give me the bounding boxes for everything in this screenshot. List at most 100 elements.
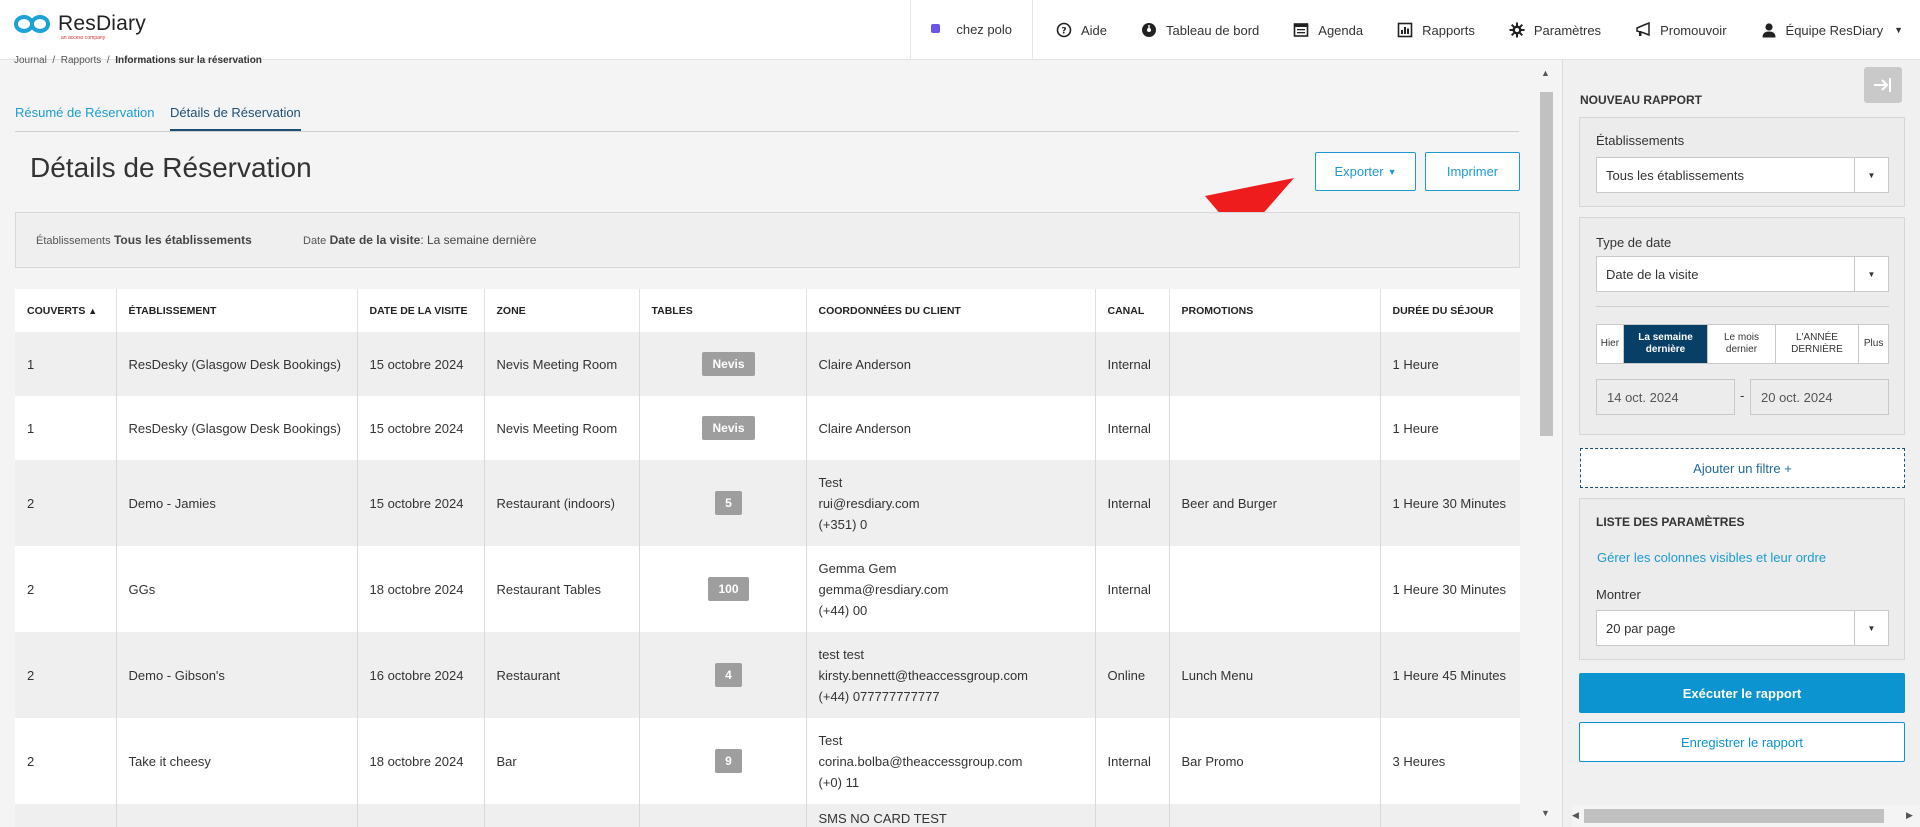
- dashboard-icon: [1141, 22, 1157, 38]
- logo-subtext: an access company: [61, 35, 106, 41]
- breadcrumb-journal[interactable]: Journal: [14, 55, 47, 66]
- horizontal-scrollbar[interactable]: ◀ ▶: [1572, 805, 1920, 827]
- megaphone-icon: [1635, 22, 1651, 38]
- col-header-promotions[interactable]: PROMOTIONS: [1169, 289, 1381, 332]
- scrollbar-thumb[interactable]: [1540, 92, 1553, 436]
- filter-date-value: : La semaine dernière: [420, 233, 537, 247]
- site-color-icon: [931, 24, 941, 33]
- cell-client: Test rui@resdiary.com (+351) 0: [806, 460, 1096, 546]
- cell-client: Gemma Gem gemma@resdiary.com (+44) 00: [806, 546, 1096, 632]
- date-type-label: Type de date: [1596, 235, 1672, 250]
- breadcrumb-reports[interactable]: Rapports: [61, 55, 102, 66]
- scroll-down-icon[interactable]: ▼: [1541, 808, 1550, 818]
- collapse-panel-icon[interactable]: [1864, 67, 1902, 103]
- table-badge: 100: [708, 577, 749, 601]
- filter-summary: Établissements Tous les établissements D…: [15, 212, 1520, 268]
- new-report-title: NOUVEAU RAPPORT: [1580, 93, 1703, 107]
- client-email: rui@resdiary.com: [818, 495, 920, 511]
- table-badge: 5: [715, 491, 742, 515]
- date-type-select[interactable]: Date de la visite ▼: [1596, 256, 1889, 292]
- vertical-scrollbar[interactable]: ▲ ▼: [1537, 64, 1555, 827]
- scroll-up-icon[interactable]: ▲: [1541, 68, 1550, 78]
- cell-channel: Internal: [1095, 546, 1170, 632]
- reports-icon: [1397, 22, 1413, 38]
- cell-covers: 2: [15, 632, 117, 718]
- establishments-select[interactable]: Tous les établissements ▼: [1596, 157, 1889, 193]
- table-badge: Nevis: [702, 352, 755, 376]
- table-row[interactable]: 2 Demo - Gibson's 16 octobre 2024 Restau…: [15, 632, 1520, 718]
- tab-details[interactable]: Détails de Réservation: [170, 105, 301, 131]
- site-name: chez polo: [956, 22, 1012, 37]
- client-name: Test: [818, 474, 843, 490]
- cell-promotion: Bar Promo: [1169, 718, 1381, 804]
- range-last-week[interactable]: La semaine dernière: [1623, 325, 1709, 363]
- page-size-select[interactable]: 20 par page ▼: [1596, 610, 1889, 646]
- col-header-duration[interactable]: DURÉE DU SÉJOUR: [1380, 289, 1520, 332]
- nav-settings[interactable]: Paramètres: [1492, 0, 1618, 60]
- print-button[interactable]: Imprimer: [1425, 152, 1520, 191]
- help-icon: ?: [1056, 22, 1072, 38]
- col-header-client[interactable]: COORDONNÉES DU CLIENT: [806, 289, 1096, 332]
- cell-table: 4: [639, 632, 807, 718]
- cell-venue: [116, 804, 358, 827]
- add-filter-button[interactable]: Ajouter un filtre +: [1580, 448, 1905, 488]
- range-more[interactable]: Plus: [1859, 325, 1888, 363]
- cell-duration: 1 Heure 30 Minutes: [1380, 546, 1520, 632]
- scrollbar-thumb[interactable]: [1584, 809, 1884, 823]
- col-header-venue[interactable]: ÉTABLISSEMENT: [116, 289, 358, 332]
- filter-date-label: Date: [303, 235, 327, 247]
- nav-help[interactable]: ? Aide: [1039, 0, 1124, 60]
- cell-duration: 1 Heure 30 Minutes: [1380, 460, 1520, 546]
- table-row[interactable]: 1 ResDesky (Glasgow Desk Bookings) 15 oc…: [15, 332, 1520, 396]
- svg-text:?: ?: [1061, 27, 1066, 37]
- table-row[interactable]: 2 Take it cheesy 18 octobre 2024 Bar 9 T…: [15, 718, 1520, 804]
- nav-user-label: Équipe ResDiary: [1785, 22, 1884, 38]
- date-from-input[interactable]: 14 oct. 2024: [1596, 379, 1735, 415]
- cell-channel: Internal: [1095, 718, 1170, 804]
- agenda-icon: [1293, 22, 1309, 38]
- sort-ascending-icon: ▲: [88, 305, 98, 316]
- nav-dashboard[interactable]: Tableau de bord: [1124, 0, 1276, 60]
- range-last-year[interactable]: L'ANNÉE DERNIÈRE: [1776, 325, 1860, 363]
- col-header-covers[interactable]: COUVERTS ▲: [15, 289, 117, 332]
- nav-reports[interactable]: Rapports: [1380, 0, 1492, 60]
- table-row[interactable]: SMS NO CARD TEST: [15, 804, 1520, 827]
- table-row[interactable]: 2 GGs 18 octobre 2024 Restaurant Tables …: [15, 546, 1520, 632]
- cell-promotion: [1169, 332, 1381, 396]
- client-name: test test: [818, 646, 865, 662]
- save-report-button[interactable]: Enregistrer le rapport: [1579, 722, 1905, 762]
- client-phone: (+44) 077777777777: [818, 688, 940, 704]
- params-title: LISTE DES PARAMÈTRES: [1596, 515, 1745, 529]
- cell-covers: 1: [15, 332, 117, 396]
- date-type-value: Date de la visite: [1606, 266, 1699, 282]
- caret-down-icon: ▼: [1854, 257, 1888, 291]
- run-report-button[interactable]: Exécuter le rapport: [1579, 673, 1905, 713]
- cell-venue: ResDesky (Glasgow Desk Bookings): [116, 396, 358, 460]
- tab-summary[interactable]: Résumé de Réservation: [15, 105, 154, 129]
- range-yesterday[interactable]: Hier: [1597, 325, 1624, 363]
- cell-duration: [1380, 804, 1520, 827]
- table-row[interactable]: 1 ResDesky (Glasgow Desk Bookings) 15 oc…: [15, 396, 1520, 460]
- manage-columns-link[interactable]: Gérer les colonnes visibles et leur ordr…: [1597, 550, 1826, 565]
- nav-user-menu[interactable]: Équipe ResDiary ▼: [1744, 0, 1920, 60]
- export-button[interactable]: Exporter ▼: [1315, 152, 1416, 191]
- scroll-left-icon[interactable]: ◀: [1572, 810, 1579, 821]
- date-to-input[interactable]: 20 oct. 2024: [1750, 379, 1889, 415]
- nav-site-selector[interactable]: chez polo: [910, 0, 1033, 60]
- nav-agenda[interactable]: Agenda: [1276, 0, 1380, 60]
- cell-table: 100: [639, 546, 807, 632]
- cell-zone: Nevis Meeting Room: [484, 332, 640, 396]
- col-header-date[interactable]: DATE DE LA VISITE: [357, 289, 485, 332]
- nav-promote[interactable]: Promouvoir: [1618, 0, 1743, 60]
- col-header-zone[interactable]: ZONE: [484, 289, 640, 332]
- resdiary-logo[interactable]: ResDiary an access company: [14, 12, 146, 41]
- caret-down-icon: ▼: [1894, 25, 1903, 35]
- cell-venue: GGs: [116, 546, 358, 632]
- col-header-channel[interactable]: CANAL: [1095, 289, 1170, 332]
- range-last-month[interactable]: Le mois dernier: [1708, 325, 1776, 363]
- cell-table: [639, 804, 807, 827]
- col-header-tables[interactable]: TABLES: [639, 289, 807, 332]
- table-row[interactable]: 2 Demo - Jamies 15 octobre 2024 Restaura…: [15, 460, 1520, 546]
- scroll-right-icon[interactable]: ▶: [1906, 810, 1913, 821]
- caret-down-icon: ▼: [1854, 158, 1888, 192]
